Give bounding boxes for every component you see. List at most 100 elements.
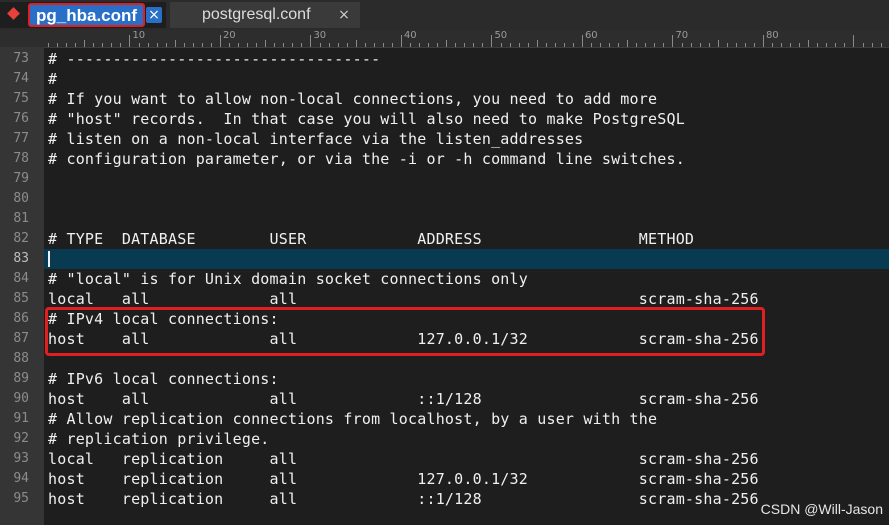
ruler-tick — [781, 43, 783, 47]
ruler-tick — [48, 43, 49, 47]
line-number: 95 — [13, 491, 29, 506]
ruler-tick — [826, 43, 828, 47]
ruler-tick — [708, 43, 710, 47]
ruler-tick — [174, 40, 176, 47]
ruler-tick — [111, 43, 113, 47]
line-number: 85 — [13, 291, 29, 306]
code-line[interactable]: 79 — [0, 169, 889, 189]
ruler-tick — [817, 43, 819, 47]
code-text: # IPv4 local connections: — [48, 310, 279, 328]
code-line[interactable]: 86 # IPv4 local connections: — [0, 309, 889, 329]
ruler-tick — [346, 43, 348, 47]
code-line[interactable]: 87 host all all 127.0.0.1/32 scram-sha-25… — [0, 329, 889, 349]
ruler-tick — [645, 43, 647, 47]
ruler-tick — [518, 43, 520, 47]
code-line[interactable]: 80 — [0, 189, 889, 209]
line-number: 84 — [13, 271, 29, 286]
ruler-tick — [283, 43, 285, 47]
code-line[interactable]: 90 host all all ::1/128 scram-sha-256 — [0, 389, 889, 409]
ruler-label: 70 — [675, 30, 689, 41]
ruler-tick — [84, 40, 86, 47]
code-line[interactable]: 94 host replication all 127.0.0.1/32 scra… — [0, 469, 889, 489]
ruler-tick — [835, 43, 837, 47]
code-text: # IPv6 local connections: — [48, 370, 279, 388]
ruler-tick — [57, 43, 59, 47]
code-line[interactable]: 73 # ---------------------------------- — [0, 49, 889, 69]
line-number: 92 — [13, 431, 29, 446]
ruler-tick — [654, 43, 656, 47]
code-line[interactable]: 74 # — [0, 69, 889, 89]
close-icon[interactable]: × — [146, 7, 162, 23]
tab-bar: pg_hba.conf × postgresql.conf × — [0, 0, 889, 30]
ruler-tick — [355, 40, 357, 47]
code-text: # "local" is for Unix domain socket conn… — [48, 270, 528, 288]
ruler-tick — [229, 43, 230, 47]
ruler-tick — [545, 43, 547, 47]
line-number: 79 — [13, 171, 29, 186]
code-line[interactable]: 77 # listen on a non-local interface via … — [0, 129, 889, 149]
code-line[interactable]: 93 local replication all scram-sha-256 — [0, 449, 889, 469]
ruler-tick — [328, 43, 330, 47]
ruler-tick — [672, 35, 674, 47]
ruler-tick — [256, 43, 258, 47]
ruler-tick — [880, 43, 882, 47]
ruler-tick — [609, 43, 611, 47]
ruler-tick — [201, 43, 203, 47]
code-text: # TYPE DATABASE USER ADDRESS METHOD — [48, 230, 695, 248]
line-number: 80 — [13, 191, 29, 206]
ruler-tick — [536, 40, 538, 47]
ruler-tick — [265, 40, 267, 47]
code-line[interactable]: 78 # configuration parameter, or via the … — [0, 149, 889, 169]
line-number: 74 — [13, 71, 29, 86]
ruler-tick — [238, 43, 240, 47]
line-number: 83 — [13, 251, 29, 266]
code-text: # If you want to allow non-local connect… — [48, 90, 658, 108]
tab-postgresql-conf[interactable]: postgresql.conf × — [170, 2, 360, 28]
ruler-tick — [310, 35, 312, 47]
ruler-tick — [844, 43, 846, 47]
ruler-tick — [808, 40, 810, 47]
code-line[interactable]: 76 # "host" records. In that case you wil… — [0, 109, 889, 129]
code-text: local all all scram-sha-256 — [48, 290, 759, 308]
ruler-corner — [0, 30, 44, 47]
tab-label-postgresql-conf[interactable]: postgresql.conf — [202, 2, 311, 28]
code-line[interactable]: 82 # TYPE DATABASE USER ADDRESS METHOD — [0, 229, 889, 249]
close-icon[interactable]: × — [336, 7, 352, 23]
ruler-tick — [663, 43, 665, 47]
code-line[interactable]: 75 # If you want to allow non-local conne… — [0, 89, 889, 109]
line-number: 90 — [13, 391, 29, 406]
ruler-tick — [419, 43, 421, 47]
ruler-tick — [437, 43, 439, 47]
ruler-tick — [400, 35, 402, 47]
ruler-tick — [274, 43, 276, 47]
code-line[interactable]: 95 host replication all ::1/128 scram-sha… — [0, 489, 889, 509]
ruler-tick — [572, 43, 574, 47]
code-line[interactable]: 81 — [0, 209, 889, 229]
code-line[interactable]: 91 # Allow replication connections from l… — [0, 409, 889, 429]
ruler-tick — [554, 43, 556, 47]
tab-pg-hba-conf[interactable]: pg_hba.conf × — [0, 2, 166, 28]
code-line[interactable]: 92 # replication privilege. — [0, 429, 889, 449]
tab-label-pg-hba-conf[interactable]: pg_hba.conf — [28, 3, 146, 27]
ruler-tick — [790, 43, 792, 47]
code-line[interactable]: 89 # IPv6 local connections: — [0, 369, 889, 389]
code-line[interactable]: 88 — [0, 349, 889, 369]
ruler-tick — [717, 40, 719, 47]
ruler-tick — [455, 43, 457, 47]
watermark: CSDN @Will-Jason — [760, 501, 883, 517]
code-text: # Allow replication connections from loc… — [48, 410, 658, 428]
code-line[interactable]: 84 # "local" is for Unix domain socket co… — [0, 269, 889, 289]
ruler-tick — [563, 43, 565, 47]
ruler-tick — [799, 43, 801, 47]
editor-text-area[interactable]: 73 # ---------------------------------- 74… — [0, 49, 889, 509]
ruler-label: 50 — [494, 30, 508, 41]
ruler-tick — [744, 43, 746, 47]
code-line[interactable]: 83 — [0, 249, 889, 269]
ruler-tick — [527, 43, 529, 47]
code-line[interactable]: 85 local all all scram-sha-256 — [0, 289, 889, 309]
ruler-tick — [726, 43, 728, 47]
ruler-tick — [500, 43, 502, 47]
ruler-tick — [129, 35, 131, 47]
line-number: 81 — [13, 211, 29, 226]
code-text: host replication all 127.0.0.1/32 scram-… — [48, 470, 759, 488]
